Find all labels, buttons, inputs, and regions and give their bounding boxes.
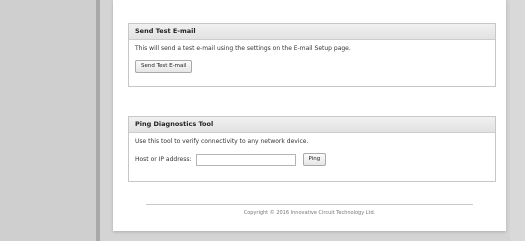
ping-button[interactable]: Ping bbox=[302, 153, 327, 166]
send-test-email-description: This will send a test e-mail using the s… bbox=[135, 45, 351, 52]
nav-divider bbox=[96, 0, 100, 241]
page-background-right bbox=[510, 0, 525, 241]
ping-diagnostics-panel: Ping Diagnostics Tool Use this tool to v… bbox=[128, 116, 496, 182]
send-test-email-title: Send Test E-mail bbox=[129, 24, 495, 40]
left-navigation-pane bbox=[0, 0, 99, 241]
host-address-label: Host or IP address: bbox=[135, 156, 192, 163]
footer-divider bbox=[146, 204, 473, 205]
main-content: Send Test E-mail This will send a test e… bbox=[113, 0, 506, 231]
send-test-email-panel: Send Test E-mail This will send a test e… bbox=[128, 23, 496, 87]
host-address-input[interactable] bbox=[195, 153, 296, 166]
copyright-text: Copyright © 2016 Innovative Circuit Tech… bbox=[243, 210, 376, 216]
ping-diagnostics-title: Ping Diagnostics Tool bbox=[129, 117, 495, 133]
ping-diagnostics-description: Use this tool to verify connectivity to … bbox=[135, 138, 309, 145]
send-test-email-button[interactable]: Send Test E-mail bbox=[135, 60, 193, 73]
